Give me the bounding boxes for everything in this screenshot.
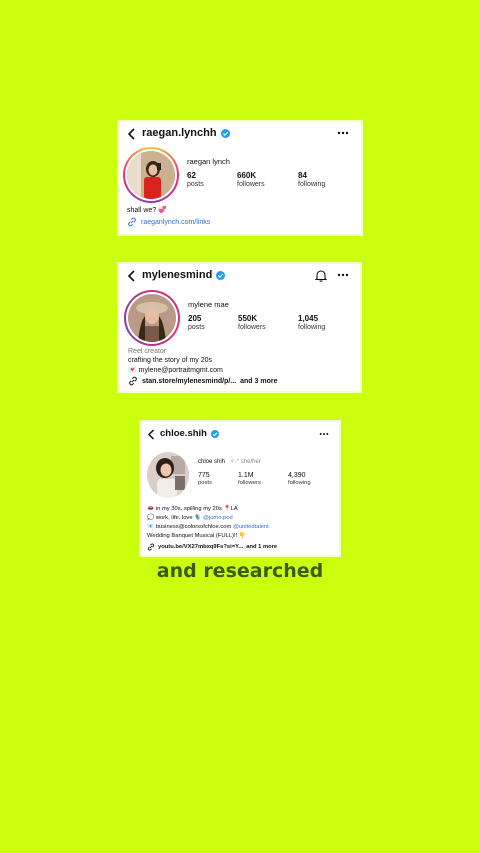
profile-username: raegan.lynchh (142, 127, 230, 139)
stat-posts[interactable]: 205 posts (188, 314, 205, 331)
profile-link[interactable]: raeganlynch.com/links (127, 217, 210, 227)
mention-link[interactable]: @unitedtalent (233, 524, 269, 530)
bio-text: 💭 work, life, love 🎙️ (147, 515, 202, 521)
bio-line: crafting the story of my 20s (128, 357, 213, 364)
back-arrow-icon[interactable] (125, 269, 139, 283)
stat-label: posts (198, 480, 212, 486)
headline-caption: and researched (156, 560, 324, 582)
stat-followers[interactable]: 550K followers (238, 314, 266, 331)
username-text: mylenesmind (142, 269, 213, 281)
stat-label: followers (238, 480, 261, 486)
link-text[interactable]: raeganlynch.com/links (141, 219, 210, 226)
bio-line: 👄 in my 30s, spilling my 20s 📍LA (147, 506, 238, 512)
username-text: raegan.lynchh (142, 127, 217, 139)
profile-username: chloe.shih (160, 428, 219, 439)
stat-posts[interactable]: 775 posts (198, 472, 212, 486)
profile-card-raegan: raegan.lynchh raegan lynch 62 posts 660K… (119, 122, 361, 234)
link-icon (147, 543, 155, 551)
link-more[interactable]: and 3 more (240, 378, 277, 385)
stat-value: 550K (238, 314, 258, 323)
stat-posts[interactable]: 62 posts (187, 171, 204, 188)
more-icon[interactable] (319, 432, 329, 436)
verified-icon (216, 270, 226, 280)
stat-followers[interactable]: 1.1M followers (238, 472, 261, 486)
bio-line: 💌 mylene@portraitmgmt.com (128, 367, 223, 374)
stat-label: followers (237, 181, 265, 188)
profile-username: mylenesmind (142, 269, 226, 281)
verified-icon (220, 128, 230, 138)
stat-followers[interactable]: 660K followers (237, 171, 265, 188)
stat-label: posts (187, 181, 204, 188)
stat-following[interactable]: 4,390 following (288, 472, 311, 486)
avatar (127, 151, 175, 199)
display-name: raegan lynch (187, 157, 230, 166)
stat-value: 62 (187, 171, 196, 180)
name-row: chloe shih ✧˖° she/her (198, 458, 261, 465)
link-text[interactable]: youtu.be/VX27mbxq9Fs?si=Y... (158, 544, 243, 550)
back-arrow-icon[interactable] (125, 127, 139, 141)
avatar (128, 294, 176, 342)
username-text: chloe.shih (160, 428, 207, 439)
verified-icon (210, 429, 219, 438)
more-icon[interactable] (337, 131, 349, 135)
display-name: chloe shih (198, 459, 226, 465)
stat-value: 1,045 (298, 314, 319, 323)
link-icon (128, 376, 138, 386)
mention-link[interactable]: @jomo.pod (203, 515, 233, 521)
profile-link[interactable]: youtu.be/VX27mbxq9Fs?si=Y... and 1 more (147, 543, 277, 551)
stat-value: 84 (298, 171, 307, 180)
stat-following[interactable]: 1,045 following (298, 314, 325, 331)
stat-label: following (288, 480, 311, 486)
stat-value: 775 (198, 472, 210, 479)
avatar-ring[interactable] (124, 290, 180, 346)
bio-line: shall we? 💞 (127, 207, 167, 214)
stat-label: following (298, 181, 326, 188)
category-label: Reel creator (128, 348, 167, 355)
bio-line: 📧 business@colorsofchloe.com @unitedtale… (147, 524, 269, 530)
link-text[interactable]: stan.store/mylenesmind/p/... (142, 378, 236, 385)
stat-value: 660K (237, 171, 257, 180)
bio-text: 📧 business@colorsofchloe.com (147, 524, 232, 530)
profile-card-mylene: mylenesmind mylene mae 205 posts 550K fo… (119, 264, 360, 391)
profile-link[interactable]: stan.store/mylenesmind/p/... and 3 more (128, 376, 278, 386)
stat-value: 4,390 (288, 472, 306, 479)
stat-label: followers (238, 324, 266, 331)
bio-line: 💭 work, life, love 🎙️ @jomo.pod (147, 515, 233, 521)
avatar[interactable] (147, 452, 189, 498)
back-arrow-icon[interactable] (144, 427, 158, 441)
avatar-ring[interactable] (123, 147, 179, 203)
pronoun-badge: ✧˖° she/her (229, 459, 261, 465)
link-more[interactable]: and 1 more (246, 544, 277, 550)
stat-label: posts (188, 324, 205, 331)
display-name: mylene mae (188, 300, 229, 309)
bio-line: Wedding Banquet Musical (FULL)!! 👇 (147, 533, 246, 539)
stat-following[interactable]: 84 following (298, 171, 325, 188)
more-icon[interactable] (337, 273, 349, 277)
stat-value: 205 (188, 314, 202, 323)
stat-value: 1.1M (238, 472, 254, 479)
stat-label: following (298, 324, 326, 331)
bell-icon[interactable] (315, 269, 327, 282)
profile-card-chloe: chloe.shih chloe shih ✧˖° she/her 775 po… (141, 422, 339, 555)
link-icon (127, 217, 137, 227)
